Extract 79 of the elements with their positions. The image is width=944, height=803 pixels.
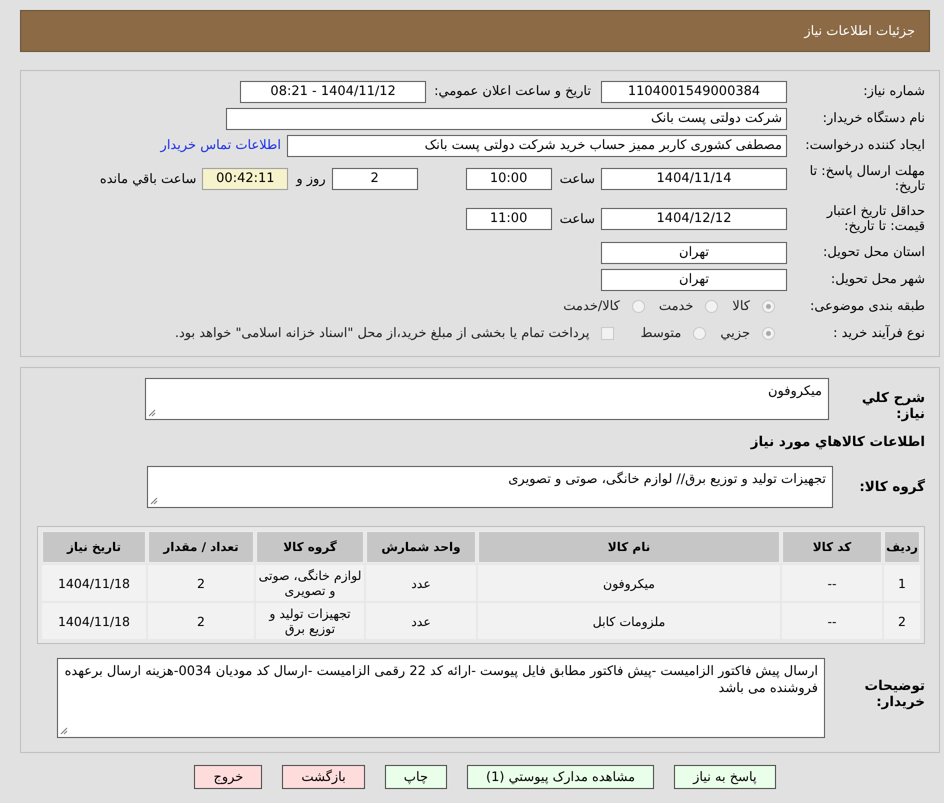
field-label: گروه كالا: — [858, 479, 926, 495]
field-label: شهر محل تحويل: — [830, 272, 926, 287]
column-header: كد كالا — [782, 531, 882, 563]
radio-button[interactable] — [762, 327, 775, 340]
field-label: ايجاد کننده درخواست: — [804, 138, 926, 153]
field-label: مهلت ارسال پاسخ: تا تاريخ: — [808, 164, 926, 194]
field-label: شماره نياز: — [862, 84, 926, 99]
field-label: ساعت باقي مانده — [100, 172, 196, 186]
text-area[interactable]: ارسال پیش فاکتور الزامیست -پیش فاکتور مطابق فایل پیوست -ارائه کد 22 رقمی الزامیست -ارسال کد مودیان 0034-هزینه ارسال برعهده فروشنده می باشد — [57, 658, 825, 738]
table-cell: عدد — [366, 565, 476, 601]
text-field[interactable]: 11:00 — [466, 208, 552, 230]
contact-link[interactable]: اطلاعات تماس خريدار — [160, 138, 281, 153]
table-cell: 1404/11/18 — [42, 603, 146, 639]
radio-button[interactable] — [705, 300, 718, 313]
checkbox[interactable] — [601, 327, 614, 340]
table-cell: 2 — [884, 603, 920, 639]
field-label: استان محل تحويل: — [822, 245, 926, 260]
radio-button[interactable] — [693, 327, 706, 340]
area-text: تجهیزات تولید و توزیع برق// لوازم خانگی، صوتی و تصویری — [508, 472, 826, 487]
action-button[interactable]: پاسخ به نياز — [674, 765, 776, 789]
field-label: طبقه بندی موضوعی: — [808, 299, 926, 314]
field-label: توضيحات خريدار: — [864, 677, 926, 710]
option-label: كالا/خدمت — [563, 299, 620, 314]
column-header: واحد شمارش — [366, 531, 476, 563]
resize-grip-icon[interactable] — [148, 409, 156, 417]
table-cell: -- — [782, 603, 882, 639]
text-field[interactable]: تهران — [601, 242, 787, 264]
option-label: جزيي — [720, 326, 750, 341]
option-label: متوسط — [640, 326, 682, 341]
field-label: روز و — [296, 172, 326, 186]
column-header: رديف — [884, 531, 920, 563]
section-title: اطلاعات كالاهاي مورد نياز — [750, 434, 926, 450]
countdown-field: 00:42:11 — [202, 168, 288, 190]
table-cell: 2 — [148, 603, 254, 639]
table-cell: 2 — [148, 565, 254, 601]
table-cell: ملزومات کابل — [478, 603, 780, 639]
field-label: ساعت — [560, 212, 595, 226]
text-field[interactable]: شرکت دولتی پست بانک — [226, 108, 787, 130]
table-cell: تجهیزات تولید و توزیع برق — [256, 603, 364, 639]
table-cell: 1404/11/18 — [42, 565, 146, 601]
area-text: ارسال پیش فاکتور الزامیست -پیش فاکتور مطابق فایل پیوست -ارائه کد 22 رقمی الزامیست -ارسال کد مودیان 0034-هزینه ارسال برعهده فروشنده می باشد — [64, 664, 818, 696]
radio-button[interactable] — [762, 300, 775, 313]
action-button[interactable]: چاپ — [384, 765, 447, 789]
text-field[interactable]: مصطفی کشوری کاربر ممیز حساب خرید شرکت دولتی پست بانک — [287, 134, 787, 156]
column-header: گروه كالا — [256, 531, 364, 563]
table-cell: ميكروفون — [478, 565, 780, 601]
field-label: نوع فرآيند خريد : — [832, 326, 926, 341]
text-area[interactable]: تجهیزات تولید و توزیع برق// لوازم خانگی، صوتی و تصویری — [147, 466, 833, 508]
text-area[interactable]: ميكروفون — [145, 378, 829, 420]
resize-grip-icon[interactable] — [150, 497, 158, 505]
option-label: كالا — [732, 299, 750, 314]
action-button[interactable]: خروج — [194, 765, 262, 789]
text-field[interactable]: 1404/12/12 — [601, 208, 787, 230]
action-button[interactable]: مشاهده مدارک پيوستي (1) — [467, 765, 654, 789]
field-label: حداقل تاريخ اعتبار قيمت: تا تاريخ: — [825, 204, 926, 234]
action-button[interactable]: بازگشت — [282, 765, 365, 789]
column-header: نام كالا — [478, 531, 780, 563]
table-cell: عدد — [366, 603, 476, 639]
table-cell: -- — [782, 565, 882, 601]
table-cell: 1 — [884, 565, 920, 601]
text-field[interactable]: تهران — [601, 268, 787, 290]
field-label: تاريخ و ساعت اعلان عمومي: — [434, 84, 591, 99]
area-text: ميكروفون — [768, 384, 822, 399]
option-label: خدمت — [658, 299, 694, 314]
field-label: شرح كلي نياز: — [860, 389, 926, 422]
option-label: پرداخت تمام يا بخشی از مبلغ خريد،از محل "اسناد خزانه اسلامی" خواهد بود. — [174, 326, 590, 341]
column-header: تاريخ نياز — [42, 531, 146, 563]
page-title: جزئيات اطلاعات نياز — [804, 24, 915, 38]
table-cell: لوازم خانگی، صوتی و تصویری — [256, 565, 364, 601]
column-header: تعداد / مقدار — [148, 531, 254, 563]
text-field[interactable]: 1404/11/14 — [601, 168, 787, 190]
radio-button[interactable] — [632, 300, 645, 313]
text-field[interactable]: 10:00 — [466, 168, 552, 190]
text-field[interactable]: 1104001549000384 — [601, 80, 787, 102]
text-field[interactable]: 2 — [332, 168, 418, 190]
text-field[interactable]: 1404/11/12 - 08:21 — [240, 80, 426, 102]
resize-grip-icon[interactable] — [60, 727, 68, 735]
field-label: نام دستگاه خريدار: — [822, 111, 926, 126]
field-label: ساعت — [560, 172, 595, 186]
